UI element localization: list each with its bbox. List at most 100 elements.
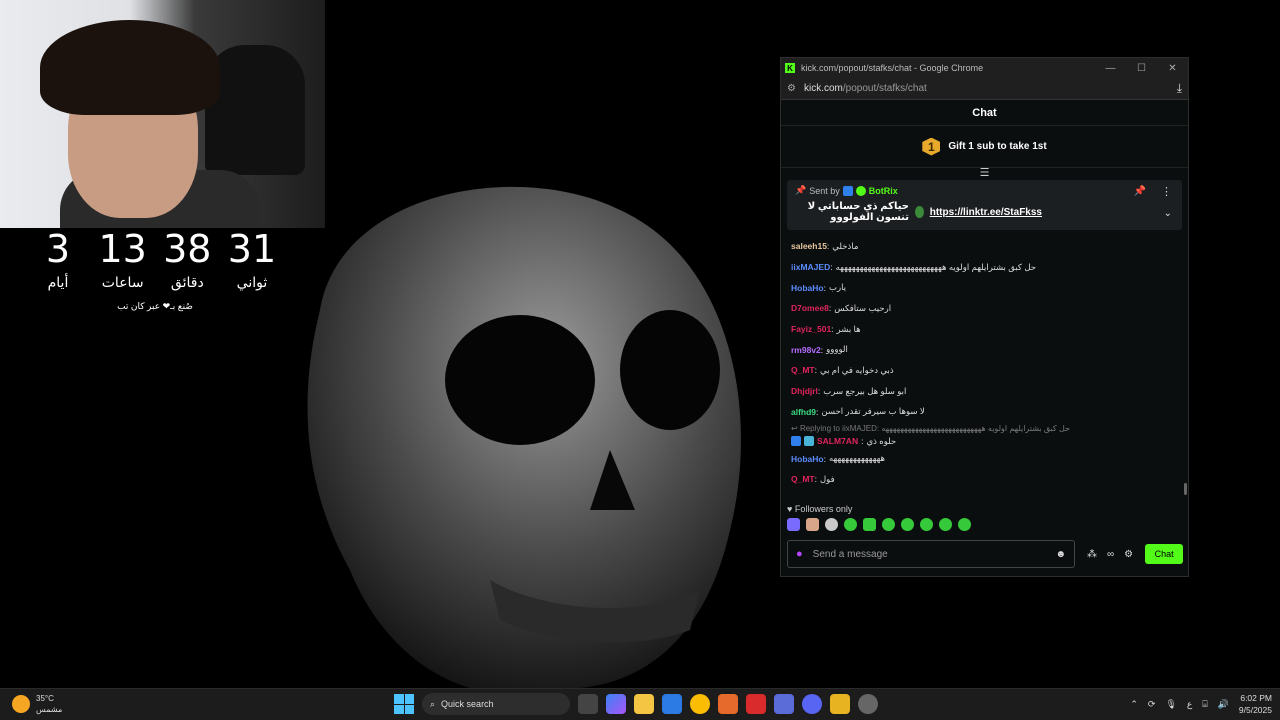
windows-taskbar: 35°C مشمس ⌕ Quick search ⌃ ⟳ 🎙 ع ⌸ 🔊 6:0… — [0, 688, 1280, 720]
pin-icon[interactable]: 📌 — [1134, 186, 1146, 197]
gift-text: Gift 1 sub to take 1st — [948, 141, 1047, 152]
followers-only-notice: ♥ Followers only — [787, 504, 853, 514]
chat-text: حل كبق بشترايلهم اولويه هههههههههههههههه… — [835, 261, 1037, 272]
chat-text: ذبي دخوايه في ام بي — [820, 364, 894, 375]
app-icon[interactable] — [718, 694, 738, 714]
emote-icon[interactable] — [787, 518, 800, 531]
filter-icon[interactable]: ☰ — [781, 168, 1188, 180]
skull-wallpaper — [307, 186, 741, 688]
chat-messages[interactable]: saleeh15: ماذخلي iixMAJED: حل كبق بشترايله… — [781, 230, 1188, 490]
minimize-button[interactable]: — — [1095, 63, 1126, 74]
network-icon[interactable]: ⌸ — [1202, 699, 1207, 710]
chat-username[interactable]: saleeh15 — [791, 241, 827, 251]
chat-username[interactable]: HobaHo — [791, 283, 824, 293]
app-icon[interactable] — [746, 694, 766, 714]
chat-text: ها بشر — [836, 323, 861, 334]
emote-icon[interactable] — [844, 518, 857, 531]
microphone-tray-icon[interactable]: 🎙 — [1165, 699, 1176, 710]
task-view-icon[interactable] — [578, 694, 598, 714]
site-info-icon[interactable]: ⚙ — [787, 83, 796, 94]
emote-icon[interactable] — [825, 518, 838, 531]
obs-icon[interactable] — [858, 694, 878, 714]
pinned-sender[interactable]: BotRix — [869, 186, 898, 196]
gift-sub-banner[interactable]: 1 Gift 1 sub to take 1st — [781, 126, 1188, 168]
clock[interactable]: 6:02 PM 9/5/2025 — [1239, 692, 1272, 716]
chrome-icon[interactable] — [690, 694, 710, 714]
countdown-hours: 13 ساعات — [98, 227, 147, 290]
close-button[interactable]: ✕ — [1157, 63, 1188, 74]
app-icon[interactable] — [774, 694, 794, 714]
badge-icon — [791, 436, 801, 447]
emote-icon[interactable] — [958, 518, 971, 531]
message-input[interactable] — [812, 548, 1056, 560]
chat-popup-window: K kick.com/popout/stafks/chat - Google C… — [780, 57, 1189, 577]
reply-context[interactable]: ↩ Replying to iixMAJED: حل كبق بشترايلهم… — [791, 422, 1178, 434]
chat-text: لا سوها ب سيرفر تقدر احسن — [821, 406, 925, 417]
emote-icon[interactable] — [939, 518, 952, 531]
chevron-down-icon[interactable]: ⌄ — [1164, 208, 1172, 219]
chat-text: هههههههههههههه — [828, 453, 886, 464]
weather-widget[interactable]: 35°C مشمس — [12, 693, 62, 715]
taskbar-search[interactable]: ⌕ Quick search — [422, 693, 570, 715]
bot-badge-icon — [842, 185, 853, 196]
chat-username[interactable]: iixMAJED — [791, 262, 830, 272]
chat-username[interactable]: Fayiz_501 — [791, 324, 831, 334]
send-chat-button[interactable]: Chat — [1145, 544, 1184, 564]
chat-username[interactable]: Q_MT — [791, 474, 815, 484]
followers-only-label: Followers only — [794, 504, 853, 514]
microphone-icon[interactable]: ● — [796, 548, 803, 560]
more-options-icon[interactable]: ⋮ — [1161, 185, 1172, 198]
app-icon[interactable] — [830, 694, 850, 714]
emote-icon[interactable] — [882, 518, 895, 531]
chat-username[interactable]: alfhd9 — [791, 407, 816, 417]
windows-start-icon[interactable] — [394, 694, 414, 714]
gift-rank-badge: 1 — [922, 137, 941, 156]
countdown-widget: 3 أيام 13 ساعات 38 دقائق 31 ثواني صُنع ب… — [30, 230, 280, 312]
emote-icon[interactable] — [901, 518, 914, 531]
chat-username[interactable]: SALM7AN — [817, 436, 858, 446]
emote-icon[interactable] — [863, 518, 876, 531]
window-titlebar[interactable]: K kick.com/popout/stafks/chat - Google C… — [781, 58, 1188, 78]
emote-icon[interactable] — [806, 518, 819, 531]
chat-text: الوووو — [826, 344, 848, 355]
url-host: kick.com — [803, 83, 843, 94]
chat-username[interactable]: HobaHo — [791, 454, 824, 464]
chat-text: حلوه ذي — [866, 435, 897, 446]
settings-gear-icon[interactable]: ⚙ — [1124, 549, 1133, 560]
language-indicator[interactable]: ع — [1187, 699, 1192, 710]
address-bar[interactable]: ⚙ kick.com/popout/stafks/chat ⤓ — [781, 78, 1188, 100]
chat-username[interactable]: Q_MT — [791, 365, 815, 375]
chat-username[interactable]: Dhjdjrl — [791, 386, 818, 396]
maximize-button[interactable]: ☐ — [1126, 63, 1157, 74]
chat-text: فول — [820, 473, 835, 484]
reply-quoted-text: حل كبق بشترايلهم اولويه هههههههههههههههه… — [881, 423, 1070, 433]
chat-scrollbar[interactable] — [1184, 483, 1187, 495]
copilot-icon[interactable] — [606, 694, 626, 714]
sync-icon[interactable]: ⟳ — [1148, 699, 1156, 710]
infinity-icon[interactable]: ∞ — [1107, 549, 1114, 560]
store-icon[interactable] — [662, 694, 682, 714]
chat-input-row: ● ☻ ⁂ ∞ ⚙ Chat — [787, 540, 1184, 568]
pinned-link[interactable]: https://linktr.ee/StaFkss — [930, 207, 1042, 218]
emoji-icon[interactable]: ☻ — [1055, 549, 1066, 560]
pin-small-icon: 📌 — [795, 185, 807, 195]
sub-badge-icon — [804, 436, 814, 447]
kicks-icon[interactable]: ⁂ — [1087, 549, 1097, 560]
chevron-up-icon[interactable]: ⌃ — [1130, 699, 1138, 710]
clock-time: 6:02 PM — [1240, 693, 1272, 703]
message-input-wrapper[interactable]: ● ☻ — [787, 540, 1075, 568]
temperature: 35°C — [36, 694, 54, 703]
discord-icon[interactable] — [802, 694, 822, 714]
volume-icon[interactable]: 🔊 — [1218, 699, 1229, 710]
system-tray: ⌃ ⟳ 🎙 ع ⌸ 🔊 6:02 PM 9/5/2025 — [1130, 692, 1272, 716]
pinned-text: حياكم ذي حساباتي لا تنسون الفولووو — [807, 201, 909, 223]
chat-username[interactable]: rm98v2 — [791, 345, 821, 355]
search-icon: ⌕ — [430, 698, 436, 709]
download-icon[interactable]: ⤓ — [1177, 81, 1182, 96]
emote-icon[interactable] — [920, 518, 933, 531]
chat-text: يارب — [828, 282, 847, 293]
taskbar-apps: ⌕ Quick search — [394, 693, 878, 715]
chat-message: D7omee8: ارحيب ستافكس — [791, 302, 892, 314]
file-explorer-icon[interactable] — [634, 694, 654, 714]
chat-username[interactable]: D7omee8 — [791, 303, 829, 313]
